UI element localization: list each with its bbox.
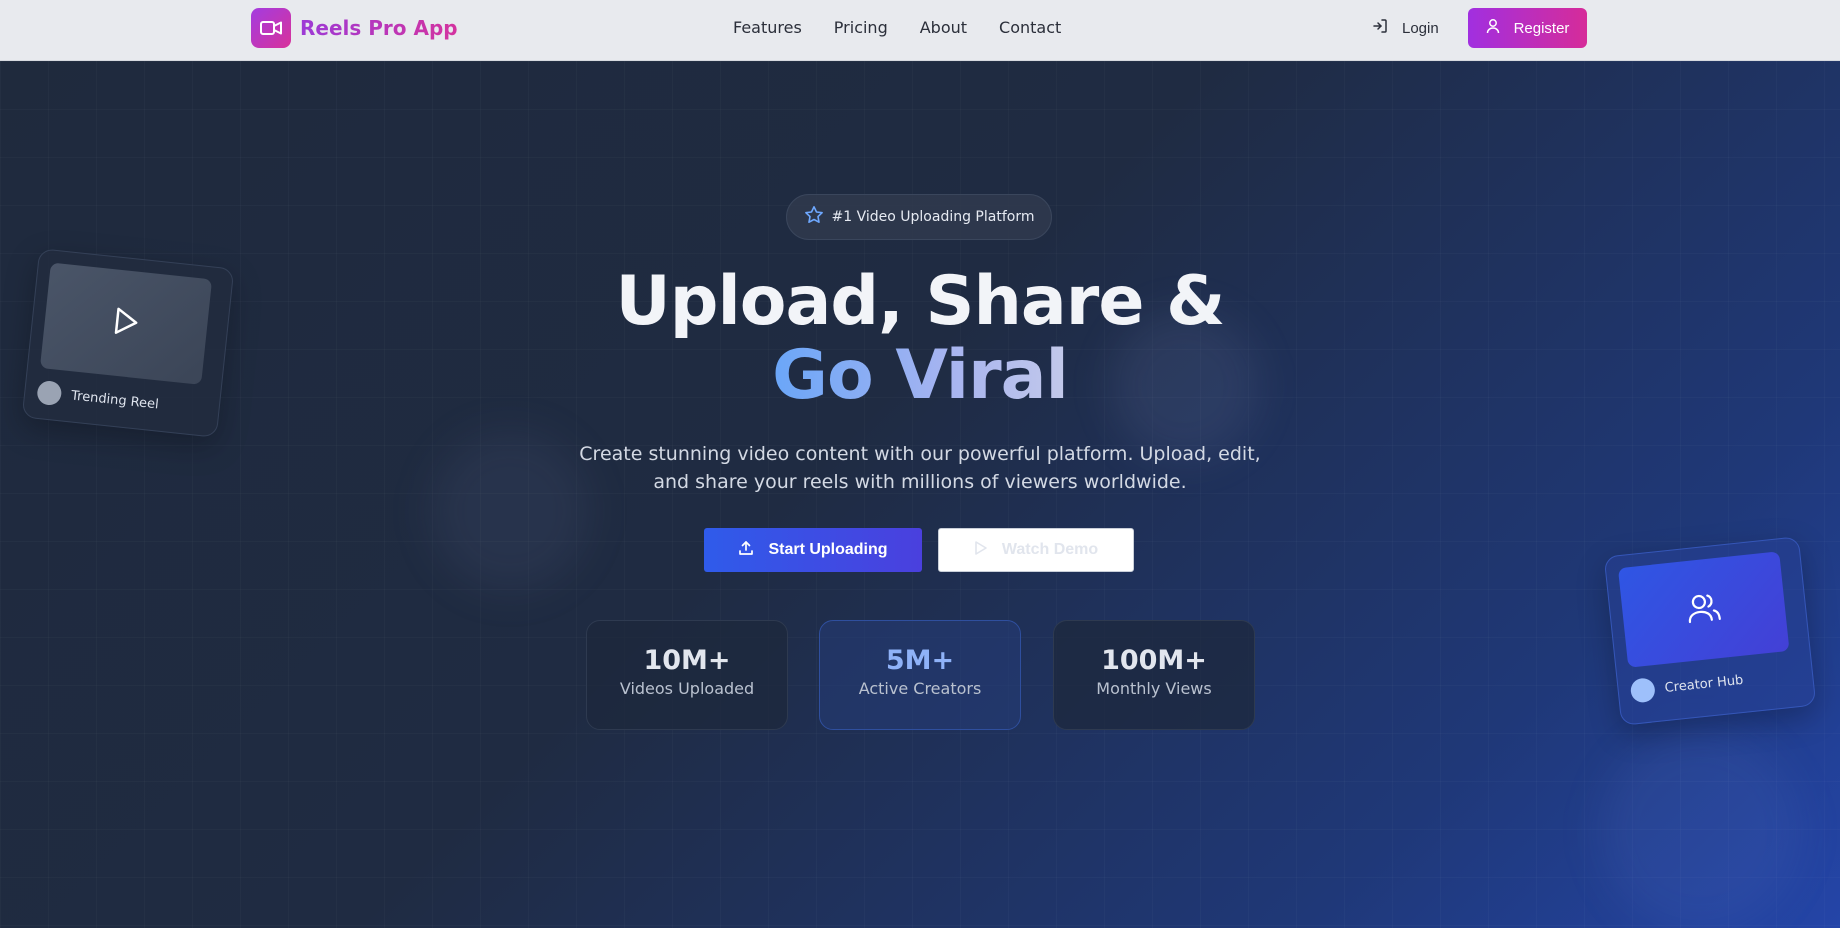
avatar bbox=[1629, 677, 1657, 704]
main-nav: Features Pricing About Contact bbox=[733, 17, 1061, 39]
watch-demo-label: Watch Demo bbox=[1001, 541, 1099, 558]
hero-subtitle: Create stunning video content with our p… bbox=[570, 440, 1270, 496]
start-uploading-button[interactable]: Start Uploading bbox=[704, 528, 922, 572]
stat-label: Monthly Views bbox=[1096, 679, 1212, 698]
subtitle-line-2: and share your reels with millions of vi… bbox=[653, 471, 1187, 493]
login-button[interactable]: Login bbox=[1360, 12, 1451, 44]
upload-icon bbox=[738, 540, 754, 561]
watch-demo-button[interactable]: Watch Demo bbox=[938, 528, 1134, 572]
navbar: Reels Pro App Features Pricing About Con… bbox=[0, 0, 1840, 61]
badge-label: #1 Video Uploading Platform bbox=[831, 209, 1035, 225]
stat-card-creators: 5M+ Active Creators bbox=[819, 620, 1021, 730]
nav-link-features[interactable]: Features bbox=[733, 17, 802, 39]
register-button[interactable]: Register bbox=[1468, 8, 1587, 48]
stat-value: 10M+ bbox=[643, 645, 731, 676]
stat-value: 5M+ bbox=[885, 645, 955, 676]
headline-line-1: Upload, Share & bbox=[615, 262, 1226, 341]
creator-thumbnail bbox=[1617, 551, 1790, 668]
stat-label: Videos Uploaded bbox=[619, 679, 755, 698]
stat-card-views: 100M+ Monthly Views bbox=[1053, 620, 1255, 730]
start-uploading-label: Start Uploading bbox=[768, 541, 888, 558]
stat-label: Active Creators bbox=[858, 679, 982, 698]
platform-badge: #1 Video Uploading Platform bbox=[786, 194, 1052, 240]
nav-link-contact[interactable]: Contact bbox=[999, 17, 1061, 39]
card-label: Creator Hub bbox=[1663, 672, 1744, 696]
brand-name: Reels Pro App bbox=[300, 16, 458, 40]
subtitle-line-1: Create stunning video content with our p… bbox=[579, 443, 1261, 465]
nav-link-pricing[interactable]: Pricing bbox=[834, 17, 888, 39]
user-icon bbox=[1486, 18, 1500, 38]
star-icon bbox=[804, 205, 824, 229]
login-icon bbox=[1372, 18, 1388, 38]
stat-card-videos: 10M+ Videos Uploaded bbox=[586, 620, 788, 730]
login-label: Login bbox=[1402, 19, 1439, 37]
creator-hub-card[interactable]: Creator Hub bbox=[1603, 536, 1817, 726]
background-glow bbox=[430, 431, 590, 591]
hero-headline: Upload, Share & Go Viral bbox=[0, 265, 1840, 413]
video-camera-icon bbox=[251, 8, 291, 48]
background-glow bbox=[1600, 731, 1800, 928]
play-icon bbox=[974, 540, 988, 561]
stat-value: 100M+ bbox=[1101, 645, 1207, 676]
brand-link[interactable]: Reels Pro App bbox=[251, 8, 458, 48]
register-label: Register bbox=[1513, 19, 1570, 37]
headline-line-2: Go Viral bbox=[772, 336, 1069, 415]
nav-link-about[interactable]: About bbox=[920, 17, 967, 39]
users-icon bbox=[1685, 591, 1722, 628]
